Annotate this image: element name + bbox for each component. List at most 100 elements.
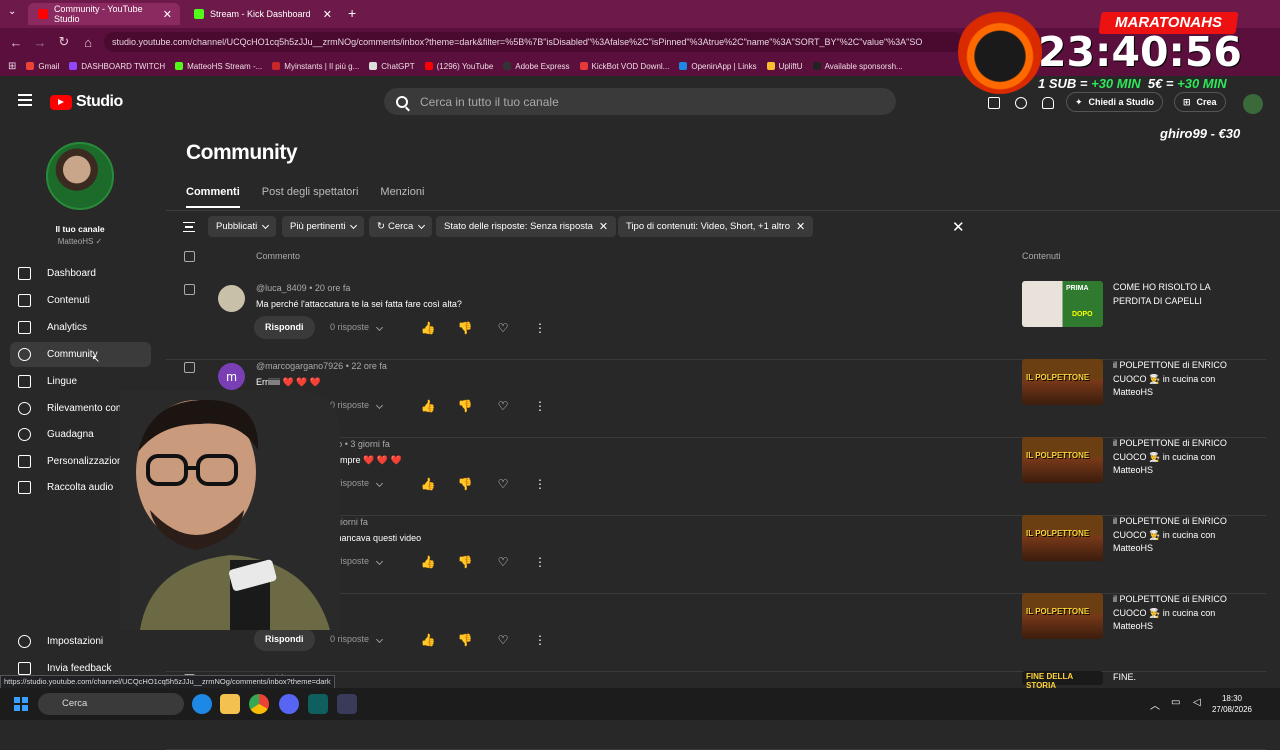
bookmark-sponsorships[interactable]: Available sponsorsh...	[812, 62, 903, 71]
forward-icon[interactable]: →	[28, 35, 52, 50]
filter-published[interactable]: Pubblicati	[208, 216, 277, 237]
back-icon[interactable]: ←	[4, 35, 28, 50]
bookmark-upliftu[interactable]: UpliftU	[766, 62, 803, 71]
like-icon[interactable]: 👍	[420, 399, 436, 413]
commenter-avatar[interactable]	[218, 285, 245, 312]
reply-button[interactable]: Rispondi	[254, 628, 315, 651]
weather-icon[interactable]	[192, 694, 212, 714]
close-tab-icon[interactable]: ✕	[323, 8, 332, 21]
more-vert-icon[interactable]: ⋮	[532, 399, 548, 413]
video-title[interactable]: FINE.	[1113, 671, 1243, 685]
video-title[interactable]: il POLPETTONE di ENRICO CUOCO 👨‍🍳 in cuc…	[1113, 515, 1243, 556]
more-vert-icon[interactable]: ⋮	[532, 477, 548, 491]
dislike-icon[interactable]: 👎	[457, 399, 473, 413]
tab-list-chevron-icon[interactable]: ⌄	[8, 6, 16, 17]
replies-toggle[interactable]: 0 risposte	[330, 400, 384, 410]
heart-icon[interactable]: ♡	[495, 633, 511, 647]
app-icon[interactable]	[337, 694, 357, 714]
taskbar-clock[interactable]: 18:30 27/08/2026	[1212, 693, 1252, 715]
sidebar-item-community[interactable]: Community ↖	[10, 342, 151, 367]
video-thumbnail[interactable]: IL POLPETTONE	[1022, 593, 1103, 639]
like-icon[interactable]: 👍	[420, 633, 436, 647]
video-title[interactable]: il POLPETTONE di ENRICO CUOCO 👨‍🍳 in cuc…	[1113, 359, 1243, 400]
tab-commenti[interactable]: Commenti	[186, 186, 240, 208]
replies-toggle[interactable]: 0 risposte	[330, 322, 384, 332]
home-icon[interactable]: ⌂	[76, 35, 100, 50]
more-vert-icon[interactable]: ⋮	[532, 321, 548, 335]
sidebar-item-contenuti[interactable]: Contenuti	[10, 288, 151, 313]
bookmark-matteohs-stream[interactable]: MatteoHS Stream -...	[175, 62, 262, 71]
chrome-icon[interactable]	[249, 694, 269, 714]
file-explorer-icon[interactable]	[220, 694, 240, 714]
new-tab-button[interactable]: +	[348, 5, 356, 21]
bookmark-adobe-express[interactable]: Adobe Express	[503, 62, 570, 71]
network-icon[interactable]: ▭	[1171, 697, 1180, 708]
reply-button[interactable]: Rispondi	[254, 316, 315, 339]
apps-grid-icon[interactable]: ⊞	[8, 61, 16, 72]
sidebar-item-analytics[interactable]: Analytics	[10, 315, 151, 340]
menu-icon[interactable]	[18, 94, 32, 106]
browser-tab-youtube-studio[interactable]: Community - YouTube Studio ✕	[28, 3, 180, 25]
vscode-icon[interactable]	[308, 694, 328, 714]
select-all-checkbox[interactable]	[184, 251, 195, 262]
heart-icon[interactable]: ♡	[495, 477, 511, 491]
dislike-icon[interactable]: 👎	[457, 633, 473, 647]
sidebar-item-settings[interactable]: Impostazioni	[10, 629, 151, 654]
comment-author[interactable]: @luca_8409	[256, 283, 307, 293]
video-thumbnail[interactable]: IL POLPETTONE	[1022, 359, 1103, 405]
notifications-icon[interactable]	[1042, 97, 1054, 109]
clear-filters-icon[interactable]: ✕	[952, 218, 965, 236]
filter-search[interactable]: ↻ Cerca	[369, 216, 433, 237]
remove-filter-icon[interactable]: ✕	[796, 220, 805, 233]
channel-search[interactable]	[384, 88, 896, 115]
more-vert-icon[interactable]: ⋮	[532, 633, 548, 647]
volume-icon[interactable]: ◁	[1193, 697, 1201, 708]
filter-content-type[interactable]: Tipo di contenuti: Video, Short, +1 altr…	[618, 216, 814, 237]
browser-tab-kick[interactable]: Stream - Kick Dashboard ✕	[184, 3, 340, 25]
bookmark-chatgpt[interactable]: ChatGPT	[369, 62, 415, 71]
heart-icon[interactable]: ♡	[495, 399, 511, 413]
bookmark-myinstants[interactable]: Myinstants | Il più g...	[272, 62, 359, 71]
video-title[interactable]: il POLPETTONE di ENRICO CUOCO 👨‍🍳 in cuc…	[1113, 593, 1243, 634]
video-thumbnail[interactable]: IL POLPETTONE	[1022, 437, 1103, 483]
tab-post-spettatori[interactable]: Post degli spettatori	[262, 186, 359, 208]
bookmark-gmail[interactable]: Gmail	[26, 62, 59, 71]
bookmark-kickbot[interactable]: KickBot VOD Downl...	[579, 62, 669, 71]
account-avatar[interactable]	[1243, 94, 1263, 114]
subtitles-icon[interactable]	[988, 97, 1000, 109]
close-tab-icon[interactable]: ✕	[163, 8, 172, 21]
tab-menzioni[interactable]: Menzioni	[380, 186, 424, 208]
like-icon[interactable]: 👍	[420, 555, 436, 569]
sidebar-item-dashboard[interactable]: Dashboard	[10, 261, 151, 286]
youtube-studio-logo[interactable]: Studio	[50, 93, 123, 111]
commenter-avatar[interactable]: m	[218, 363, 245, 390]
row-checkbox[interactable]	[184, 362, 195, 373]
video-thumbnail[interactable]: PRIMA DOPO	[1022, 281, 1103, 327]
windows-start-icon[interactable]	[14, 697, 28, 711]
filter-reply-status[interactable]: Stato delle risposte: Senza risposta ✕	[436, 216, 617, 237]
video-thumbnail[interactable]: IL POLPETTONE	[1022, 515, 1103, 561]
dislike-icon[interactable]: 👎	[457, 321, 473, 335]
reload-icon[interactable]: ↻	[52, 34, 76, 50]
dislike-icon[interactable]: 👎	[457, 555, 473, 569]
remove-filter-icon[interactable]: ✕	[599, 220, 608, 233]
video-title[interactable]: il POLPETTONE di ENRICO CUOCO 👨‍🍳 in cuc…	[1113, 437, 1243, 478]
like-icon[interactable]: 👍	[420, 477, 436, 491]
filter-sort[interactable]: Più pertinenti	[282, 216, 365, 237]
discord-icon[interactable]	[279, 694, 299, 714]
filter-icon[interactable]	[183, 222, 195, 232]
video-thumbnail[interactable]: FINE DELLA STORIA	[1022, 671, 1103, 690]
comment-author[interactable]: @marcogargano7926	[256, 361, 343, 371]
more-vert-icon[interactable]: ⋮	[532, 555, 548, 569]
dislike-icon[interactable]: 👎	[457, 477, 473, 491]
heart-icon[interactable]: ♡	[495, 321, 511, 335]
bookmark-openinapp[interactable]: OpeninApp | Links	[679, 62, 757, 71]
tray-chevron-icon[interactable]: ︿	[1150, 697, 1160, 712]
channel-avatar[interactable]	[46, 142, 114, 210]
taskbar-search[interactable]: Cerca	[38, 693, 184, 715]
url-bar[interactable]: studio.youtube.com/channel/UCQcHO1cq5h5z…	[104, 32, 964, 52]
like-icon[interactable]: 👍	[420, 321, 436, 335]
search-input[interactable]	[420, 94, 860, 109]
bookmark-youtube[interactable]: (1296) YouTube	[424, 62, 493, 71]
help-icon[interactable]	[1015, 97, 1027, 109]
